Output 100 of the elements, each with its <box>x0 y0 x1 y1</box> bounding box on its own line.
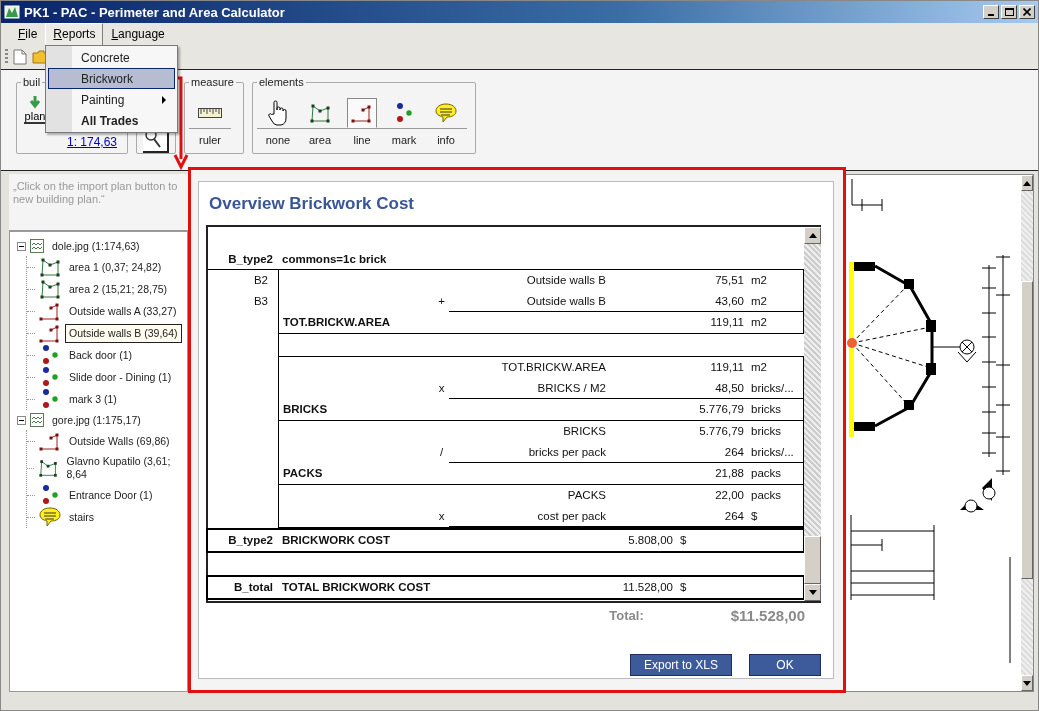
image-icon <box>30 239 44 253</box>
unit-label: $ <box>750 509 759 524</box>
amount: 5.776,79 <box>698 424 744 439</box>
group-label: elements <box>258 76 305 88</box>
tree-item[interactable]: Back door (1) <box>65 345 137 365</box>
operator: x <box>437 509 446 524</box>
item-name: TOT.BRICKW.AREA <box>500 360 607 375</box>
tree-item[interactable]: dole.jpg (1:174,63) <box>48 236 144 256</box>
collapse-icon[interactable] <box>17 241 26 251</box>
amount: 48,50 <box>714 381 744 396</box>
tool-button[interactable]: line <box>341 98 383 146</box>
ok-button[interactable]: OK <box>749 654 821 676</box>
scroll-down-icon[interactable] <box>808 590 817 595</box>
result-label: BRICKWORK COST <box>281 533 391 548</box>
ruler-icon <box>198 108 222 118</box>
collapse-icon[interactable] <box>17 415 26 425</box>
amount: 43,60 <box>714 294 744 309</box>
item-name: bricks per pack <box>527 445 607 460</box>
tree-item[interactable]: stairs <box>65 507 99 527</box>
tool-button[interactable]: mark <box>383 98 425 146</box>
menu-item[interactable]: Painting <box>48 89 175 110</box>
minimize-icon <box>988 14 994 16</box>
amount: 75,51 <box>714 273 744 288</box>
hand-icon <box>266 99 290 127</box>
unit-label: bricks <box>750 402 783 417</box>
amount: 264 <box>723 445 744 460</box>
maximize-icon <box>1004 8 1014 16</box>
tree-item[interactable]: area 1 (0,37; 24,82) <box>65 257 166 277</box>
operator: x <box>437 381 446 396</box>
tree-item[interactable]: Outside walls B (39,64) <box>65 323 182 343</box>
tree-item[interactable]: Entrance Door (1) <box>65 485 157 505</box>
unit-label: m2 <box>750 360 768 375</box>
menu-item[interactable]: All Trades <box>48 110 175 131</box>
scrollbar[interactable] <box>804 227 821 601</box>
menu-item[interactable]: File <box>10 22 46 46</box>
menu-item[interactable]: Concrete <box>48 47 175 68</box>
amount: 5.808,00 <box>627 533 673 548</box>
tool-button[interactable]: ruler <box>189 98 231 146</box>
unit-label: bricks <box>750 424 783 439</box>
scroll-down-icon[interactable] <box>1023 680 1031 686</box>
tree-item[interactable]: Outside walls A (33,27) <box>65 301 181 321</box>
menu-item[interactable]: Language <box>103 22 173 46</box>
tree-item[interactable]: mark 3 (1) <box>65 389 121 409</box>
image-icon <box>30 413 44 427</box>
hint-text: „Click on the import plan button to new building plan.“ <box>9 174 188 232</box>
item-name: PACKS <box>566 488 607 503</box>
group-label: measure <box>190 76 235 88</box>
total-label: Total: <box>609 607 644 625</box>
group-label: buil <box>22 76 42 88</box>
scale-link[interactable]: 1: 174,63 <box>66 135 117 149</box>
polygon-icon <box>309 102 331 124</box>
scrollbar-thumb[interactable] <box>1021 281 1033 579</box>
tree-item[interactable]: gore.jpg (1:175,17) <box>48 410 145 430</box>
amount: 22,00 <box>714 488 744 503</box>
result-label: BRICKS <box>282 402 329 417</box>
amount: 264 <box>723 509 744 524</box>
tool-button[interactable]: area <box>299 98 341 146</box>
polygon-icon <box>39 278 61 300</box>
polygon-icon <box>39 256 61 278</box>
tree-item[interactable]: Glavno Kupatilo (3,61; 8,64 <box>62 452 187 484</box>
operator: / <box>438 445 445 460</box>
scrollbar[interactable] <box>1021 175 1033 691</box>
tree-item[interactable]: area 2 (15,21; 28,75) <box>65 279 172 299</box>
unit-label: m2 <box>750 315 768 330</box>
unit-label: packs <box>750 466 783 481</box>
tool-button[interactable]: info <box>425 98 467 146</box>
scrollbar-thumb[interactable] <box>804 536 821 584</box>
result-label: TOTAL BRICKWORK COST <box>281 580 432 595</box>
menu-item[interactable]: Brickwork <box>48 68 175 89</box>
polygon-icon <box>38 457 59 479</box>
unit-label: bricks/... <box>750 445 795 460</box>
new-document-icon[interactable] <box>13 49 27 65</box>
tool-button[interactable]: none <box>257 98 299 146</box>
amount: 11.528,00 <box>621 580 673 595</box>
section-title: commons=1c brick <box>281 252 388 267</box>
app-icon <box>4 4 20 20</box>
maximize-button[interactable] <box>1001 5 1017 19</box>
scroll-up-icon[interactable] <box>1023 180 1031 186</box>
row-code: B3 <box>253 295 269 307</box>
row-code: B2 <box>253 274 269 286</box>
item-name: cost per pack <box>536 509 607 524</box>
close-icon <box>1023 8 1031 16</box>
speech-bubble-icon <box>39 506 61 528</box>
operator: + <box>437 294 446 309</box>
speech-bubble-icon <box>435 102 457 124</box>
close-button[interactable] <box>1019 5 1035 19</box>
result-label: TOT.BRICKW.AREA <box>282 315 392 330</box>
tree-item[interactable]: Slide door - Dining (1) <box>65 367 176 387</box>
amount: 21,88 <box>714 466 744 481</box>
minimize-button[interactable] <box>983 5 999 19</box>
amount: 119,11 <box>709 360 744 375</box>
total-value: $11.528,00 <box>730 606 805 626</box>
export-button[interactable]: Export to XLS <box>630 654 732 676</box>
scroll-up-icon[interactable] <box>808 233 817 238</box>
unit-label: m2 <box>750 294 768 309</box>
tree-item[interactable]: Outside Walls (69,86) <box>65 431 174 451</box>
row-code: B_type2 <box>227 252 274 267</box>
dialog-title: Overview Brickwork Cost <box>208 193 416 215</box>
result-label: PACKS <box>282 466 324 481</box>
item-name: BRICKS / M2 <box>536 381 607 396</box>
